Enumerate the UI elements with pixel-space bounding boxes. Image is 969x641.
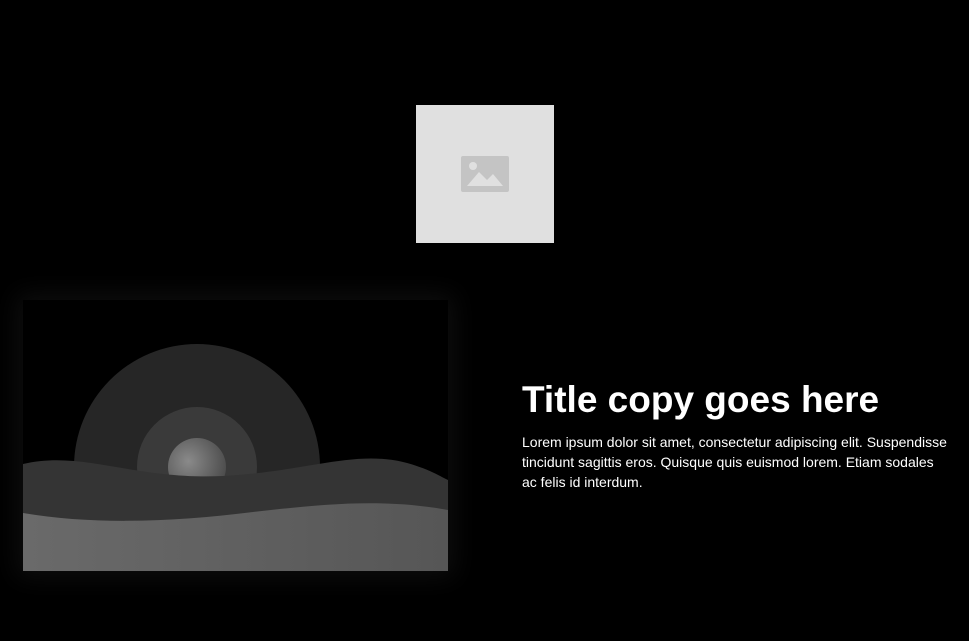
image-placeholder-icon xyxy=(461,156,509,192)
page: Title copy goes here Lorem ipsum dolor s… xyxy=(0,0,969,641)
page-title: Title copy goes here xyxy=(522,379,880,420)
landscape-illustration-icon xyxy=(23,300,448,571)
body-text: Lorem ipsum dolor sit amet, consectetur … xyxy=(522,434,947,490)
content-block: Title copy goes here Lorem ipsum dolor s… xyxy=(522,378,952,492)
logo-placeholder xyxy=(416,105,554,243)
hero-image xyxy=(23,300,448,571)
